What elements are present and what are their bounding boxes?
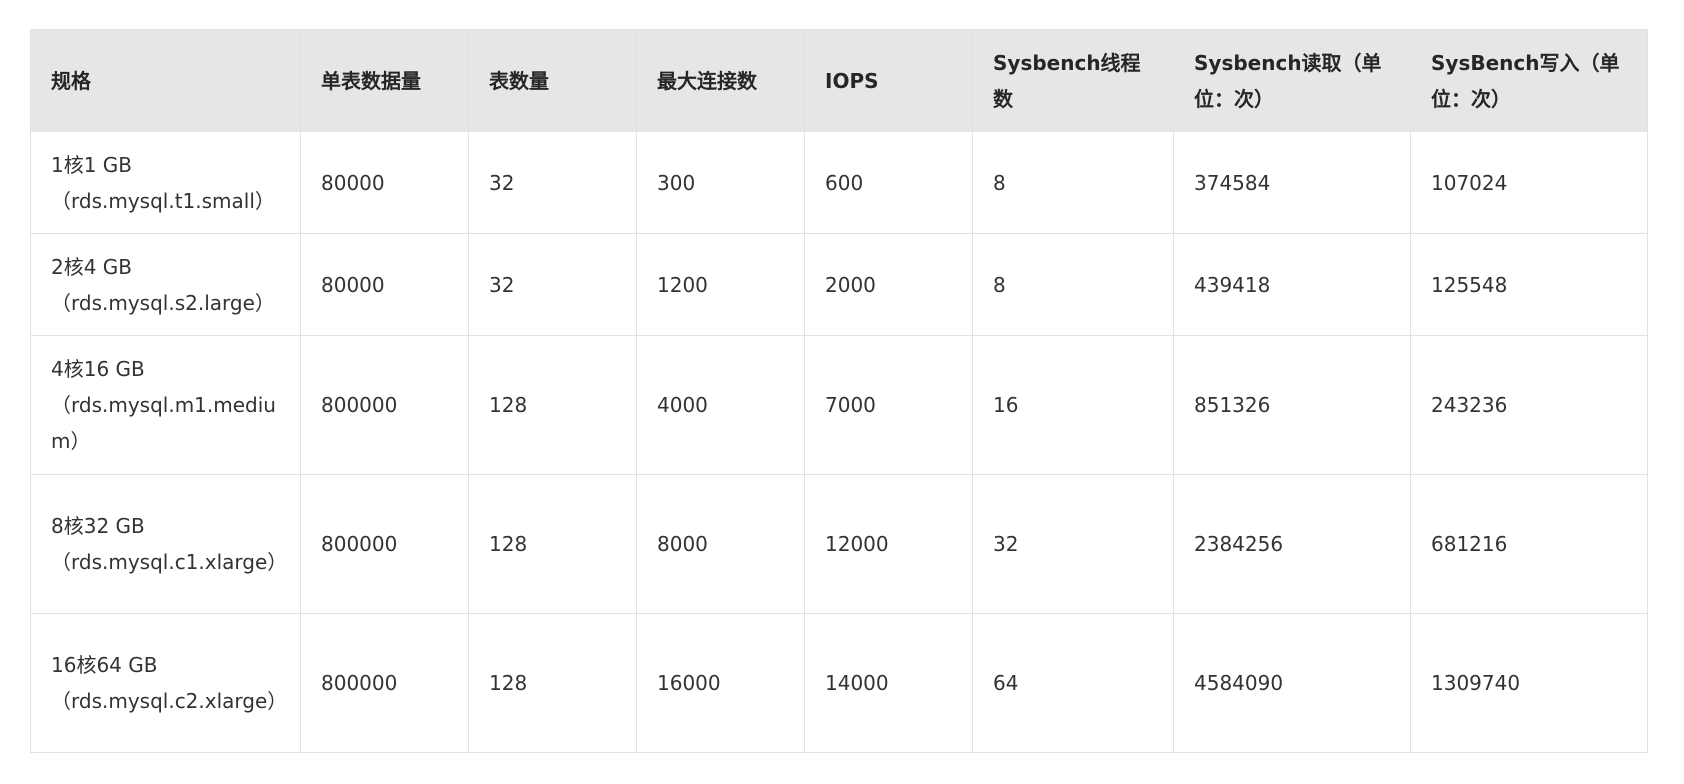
table-body: 1核1 GB （rds.mysql.t1.small） 80000 32 300… [30, 131, 1648, 753]
cell-threads: 8 [972, 233, 1174, 336]
cell-rows-per-table: 800000 [300, 474, 469, 614]
table-row: 16核64 GB （rds.mysql.c2.xlarge） 800000 12… [30, 613, 1648, 753]
header-sysbench-write: SysBench写入（单位：次） [1410, 29, 1648, 132]
cell-max-connections: 4000 [636, 335, 805, 475]
cell-write: 125548 [1410, 233, 1648, 336]
table-row: 4核16 GB （rds.mysql.m1.medium） 800000 128… [30, 335, 1648, 475]
cell-spec: 1核1 GB （rds.mysql.t1.small） [30, 131, 301, 234]
cell-max-connections: 1200 [636, 233, 805, 336]
header-max-connections: 最大连接数 [636, 29, 805, 132]
spec-code: （rds.mysql.t1.small） [51, 188, 275, 213]
header-sysbench-read: Sysbench读取（单位：次） [1173, 29, 1411, 132]
header-row: 规格 单表数据量 表数量 最大连接数 IOPS Sysbench线程数 Sysb… [30, 29, 1648, 132]
cell-table-count: 128 [468, 335, 637, 475]
spec-code: （rds.mysql.c1.xlarge） [51, 550, 288, 574]
cell-rows-per-table: 80000 [300, 233, 469, 336]
spec-name: 4核16 GB [51, 357, 145, 381]
cell-read: 439418 [1173, 233, 1411, 336]
spec-code: （rds.mysql.c2.xlarge） [51, 689, 288, 713]
cell-table-count: 32 [468, 131, 637, 234]
spec-code: （rds.mysql.s2.large） [51, 290, 275, 315]
cell-iops: 600 [804, 131, 973, 234]
cell-threads: 16 [972, 335, 1174, 475]
cell-max-connections: 8000 [636, 474, 805, 614]
header-iops: IOPS [804, 29, 973, 132]
header-rows-per-table: 单表数据量 [300, 29, 469, 132]
header-sysbench-threads: Sysbench线程数 [972, 29, 1174, 132]
table-header: 规格 单表数据量 表数量 最大连接数 IOPS Sysbench线程数 Sysb… [30, 29, 1648, 132]
spec-name: 2核4 GB [51, 254, 133, 279]
table-row: 2核4 GB （rds.mysql.s2.large） 80000 32 120… [30, 233, 1648, 336]
spec-table-container: 规格 单表数据量 表数量 最大连接数 IOPS Sysbench线程数 Sysb… [30, 29, 1648, 753]
cell-read: 851326 [1173, 335, 1411, 475]
table-row: 8核32 GB （rds.mysql.c1.xlarge） 800000 128… [30, 474, 1648, 614]
header-spec: 规格 [30, 29, 301, 132]
cell-write: 243236 [1410, 335, 1648, 475]
cell-iops: 12000 [804, 474, 973, 614]
cell-max-connections: 16000 [636, 613, 805, 753]
cell-table-count: 128 [468, 613, 637, 753]
cell-iops: 14000 [804, 613, 973, 753]
cell-iops: 7000 [804, 335, 973, 475]
header-table-count: 表数量 [468, 29, 637, 132]
cell-write: 681216 [1410, 474, 1648, 614]
cell-rows-per-table: 800000 [300, 335, 469, 475]
cell-rows-per-table: 80000 [300, 131, 469, 234]
cell-threads: 64 [972, 613, 1174, 753]
spec-code: （rds.mysql.m1.medium） [51, 393, 276, 453]
cell-table-count: 32 [468, 233, 637, 336]
cell-spec: 8核32 GB （rds.mysql.c1.xlarge） [30, 474, 301, 614]
cell-rows-per-table: 800000 [300, 613, 469, 753]
cell-spec: 2核4 GB （rds.mysql.s2.large） [30, 233, 301, 336]
cell-max-connections: 300 [636, 131, 805, 234]
cell-threads: 32 [972, 474, 1174, 614]
cell-write: 1309740 [1410, 613, 1648, 753]
cell-table-count: 128 [468, 474, 637, 614]
cell-threads: 8 [972, 131, 1174, 234]
cell-iops: 2000 [804, 233, 973, 336]
cell-spec: 4核16 GB （rds.mysql.m1.medium） [30, 335, 301, 475]
table-row: 1核1 GB （rds.mysql.t1.small） 80000 32 300… [30, 131, 1648, 234]
cell-read: 374584 [1173, 131, 1411, 234]
spec-benchmark-table: 规格 单表数据量 表数量 最大连接数 IOPS Sysbench线程数 Sysb… [30, 29, 1648, 753]
cell-spec: 16核64 GB （rds.mysql.c2.xlarge） [30, 613, 301, 753]
spec-name: 16核64 GB [51, 653, 158, 677]
spec-name: 1核1 GB [51, 152, 133, 177]
cell-write: 107024 [1410, 131, 1648, 234]
cell-read: 4584090 [1173, 613, 1411, 753]
spec-name: 8核32 GB [51, 514, 145, 538]
cell-read: 2384256 [1173, 474, 1411, 614]
